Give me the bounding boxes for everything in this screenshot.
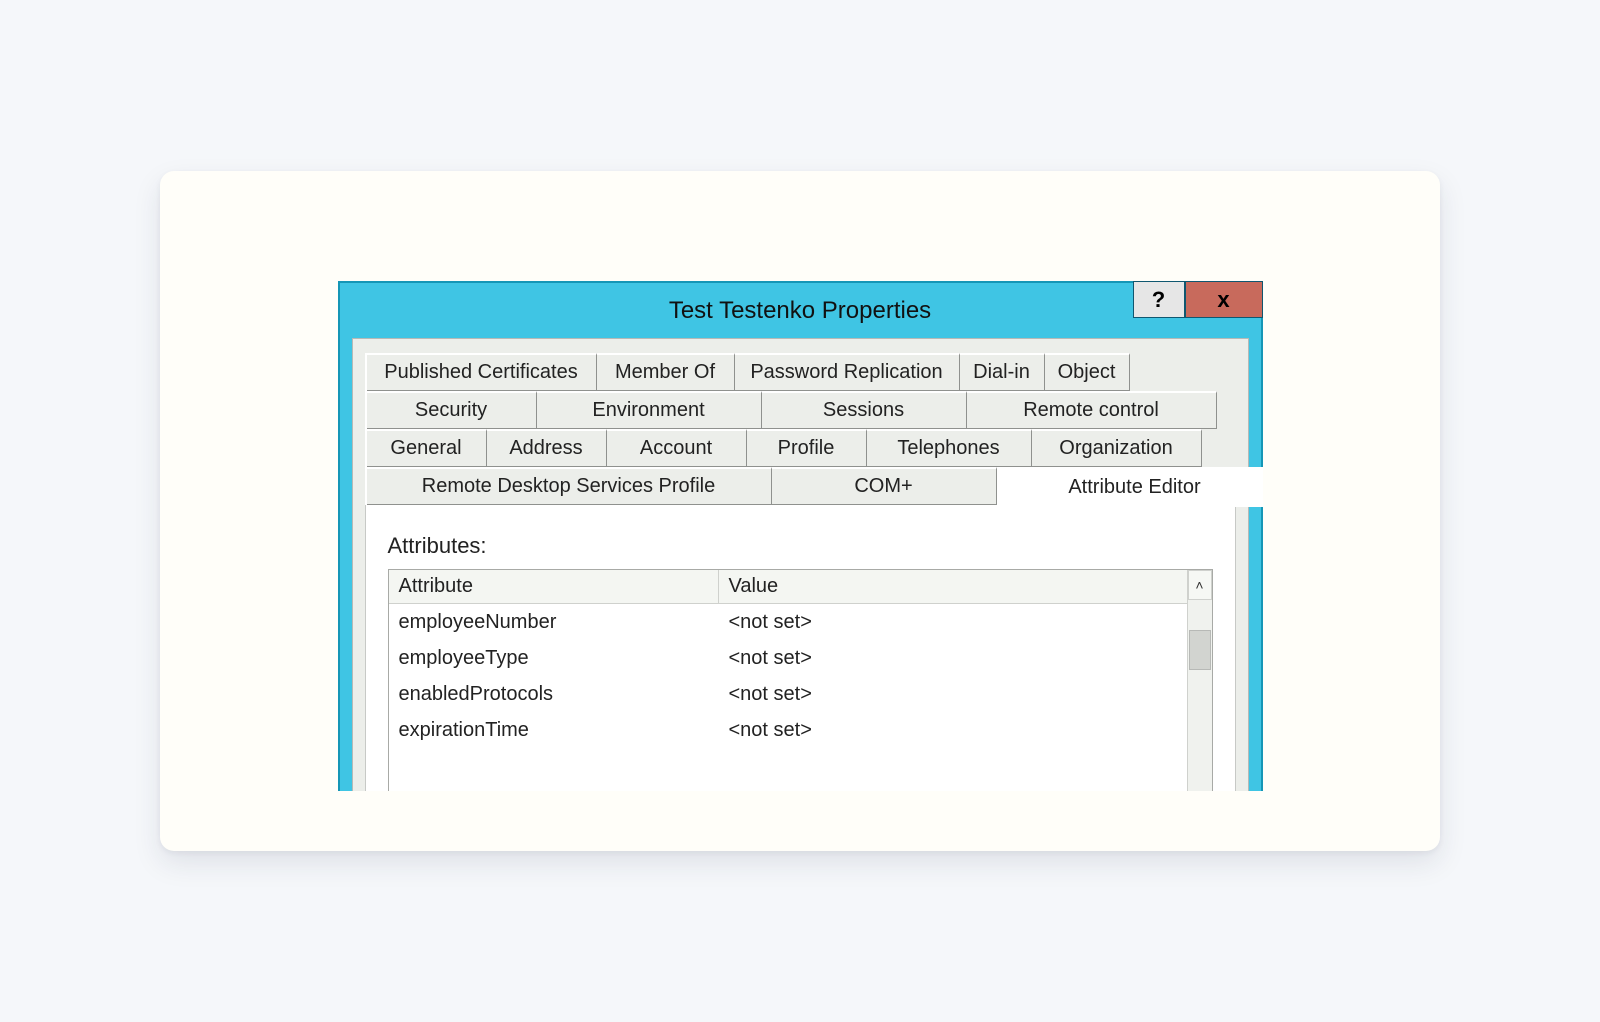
outer-card: Test Testenko Properties ? x Published C… xyxy=(160,171,1440,851)
tab-label: Object xyxy=(1058,361,1116,384)
scrollbar-thumb[interactable] xyxy=(1189,630,1211,670)
table-row[interactable]: expirationTime<not set> xyxy=(389,712,1212,748)
cell-value: <not set> xyxy=(719,611,1212,634)
tab-account[interactable]: Account xyxy=(607,429,747,467)
tab-object[interactable]: Object xyxy=(1045,353,1130,391)
tab-published-certificates[interactable]: Published Certificates xyxy=(367,353,597,391)
tab-label: Password Replication xyxy=(750,361,942,384)
titlebar-buttons: ? x xyxy=(1133,281,1263,318)
window-title: Test Testenko Properties xyxy=(340,297,1261,325)
attributes-label: Attributes: xyxy=(388,533,1213,559)
tab-label: Account xyxy=(640,437,712,460)
table-row[interactable]: employeeNumber<not set> xyxy=(389,604,1212,640)
tab-dial-in[interactable]: Dial-in xyxy=(960,353,1045,391)
attributes-listview[interactable]: Attribute Value employeeNumber<not set>e… xyxy=(388,569,1213,791)
properties-window: Test Testenko Properties ? x Published C… xyxy=(338,281,1263,791)
tab-com-plus[interactable]: COM+ xyxy=(772,467,997,505)
tab-label: Telephones xyxy=(897,437,999,460)
tab-label: Dial-in xyxy=(973,361,1030,384)
tab-profile[interactable]: Profile xyxy=(747,429,867,467)
cell-attribute: enabledProtocols xyxy=(389,683,719,706)
column-header-attribute[interactable]: Attribute xyxy=(389,570,719,604)
tab-remote-desktop-services-profile[interactable]: Remote Desktop Services Profile xyxy=(367,467,772,505)
titlebar[interactable]: Test Testenko Properties ? x xyxy=(340,283,1261,338)
tab-security[interactable]: Security xyxy=(367,391,537,429)
tab-label: Address xyxy=(509,437,582,460)
tab-sessions[interactable]: Sessions xyxy=(762,391,967,429)
tab-label: General xyxy=(390,437,461,460)
table-row[interactable]: enabledProtocols<not set> xyxy=(389,676,1212,712)
tab-row-3: General Address Account Profile Telephones Or… xyxy=(365,429,1236,467)
tab-label: Remote Desktop Services Profile xyxy=(422,475,715,498)
tab-member-of[interactable]: Member Of xyxy=(597,353,735,391)
tab-label: Attribute Editor xyxy=(1068,476,1200,499)
tab-label: Published Certificates xyxy=(384,361,577,384)
scrollbar-track[interactable] xyxy=(1188,600,1212,791)
tab-attribute-editor[interactable]: Attribute Editor xyxy=(997,467,1263,507)
column-header-value[interactable]: Value xyxy=(719,570,1212,604)
tab-organization[interactable]: Organization xyxy=(1032,429,1202,467)
help-button[interactable]: ? xyxy=(1133,281,1185,318)
cell-attribute: expirationTime xyxy=(389,719,719,742)
vertical-scrollbar[interactable]: ˄ xyxy=(1187,570,1212,791)
listview-header: Attribute Value xyxy=(389,570,1212,604)
tab-strip: Published Certificates Member Of Password … xyxy=(353,339,1248,505)
tab-label: Member Of xyxy=(615,361,715,384)
tab-row-1: Published Certificates Member Of Password … xyxy=(365,353,1236,391)
close-icon: x xyxy=(1217,287,1229,313)
tab-row-2: Security Environment Sessions Remote contro… xyxy=(365,391,1236,429)
cell-value: <not set> xyxy=(719,683,1212,706)
tab-label: Organization xyxy=(1059,437,1172,460)
help-icon: ? xyxy=(1152,287,1165,313)
tab-password-replication[interactable]: Password Replication xyxy=(735,353,960,391)
scroll-up-button[interactable]: ˄ xyxy=(1188,570,1212,600)
close-button[interactable]: x xyxy=(1185,281,1263,318)
tab-row-4: Remote Desktop Services Profile COM+ Attri… xyxy=(365,467,1236,505)
tab-telephones[interactable]: Telephones xyxy=(867,429,1032,467)
cell-attribute: employeeType xyxy=(389,647,719,670)
listview-body: employeeNumber<not set>employeeType<not … xyxy=(389,604,1212,748)
tab-label: Security xyxy=(415,399,487,422)
tab-label: Sessions xyxy=(823,399,904,422)
chevron-up-icon: ˄ xyxy=(1195,577,1203,593)
cell-value: <not set> xyxy=(719,719,1212,742)
tab-label: COM+ xyxy=(854,475,912,498)
cell-attribute: employeeNumber xyxy=(389,611,719,634)
tab-environment[interactable]: Environment xyxy=(537,391,762,429)
tab-general[interactable]: General xyxy=(367,429,487,467)
tab-label: Profile xyxy=(778,437,835,460)
tab-content-attribute-editor: Attributes: Attribute Value employeeNumb… xyxy=(365,505,1236,791)
window-crop: Test Testenko Properties ? x Published C… xyxy=(338,281,1263,791)
tab-remote-control[interactable]: Remote control xyxy=(967,391,1217,429)
cell-value: <not set> xyxy=(719,647,1212,670)
tab-address[interactable]: Address xyxy=(487,429,607,467)
tab-label: Environment xyxy=(592,399,704,422)
table-row[interactable]: employeeType<not set> xyxy=(389,640,1212,676)
tab-label: Remote control xyxy=(1023,399,1159,422)
client-area: Published Certificates Member Of Password … xyxy=(352,338,1249,791)
